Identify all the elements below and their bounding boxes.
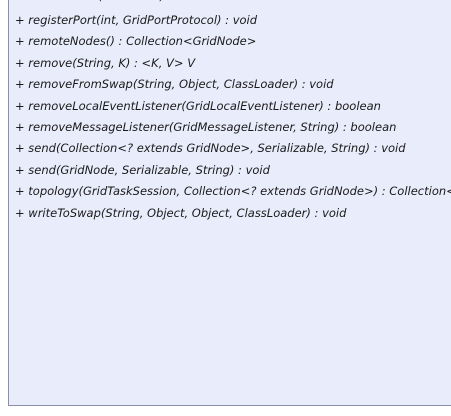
operation: + removeMessageListener(GridMessageListe…: [15, 119, 397, 134]
operation: + registerPort(int, GridPortProtocol) : …: [15, 13, 258, 27]
operation: + writeToSwap(String, Object, Object, Cl…: [15, 205, 347, 220]
operation: + remoteNodes() : Collection<GridNode>: [15, 34, 257, 49]
operation: + removeLocalEventListener(GridLocalEven…: [15, 98, 381, 113]
operation: + removeFromSwap(String, Object, ClassLo…: [15, 77, 334, 92]
operation: + remove(String, K) : <K, V> V: [15, 55, 196, 70]
uml-class-box: + recordEvent(GridEvent) : void + regist…: [8, 0, 451, 406]
operation: + send(GridNode, Serializable, String) :…: [15, 162, 270, 177]
operation: + send(Collection<? extends GridNode>, S…: [15, 141, 406, 156]
operation: + topology(GridTaskSession, Collection<?…: [15, 184, 451, 199]
operation: + recordEvent(GridEvent) : void: [15, 0, 451, 10]
operations-compartment: + recordEvent(GridEvent) : void + regist…: [15, 0, 451, 224]
